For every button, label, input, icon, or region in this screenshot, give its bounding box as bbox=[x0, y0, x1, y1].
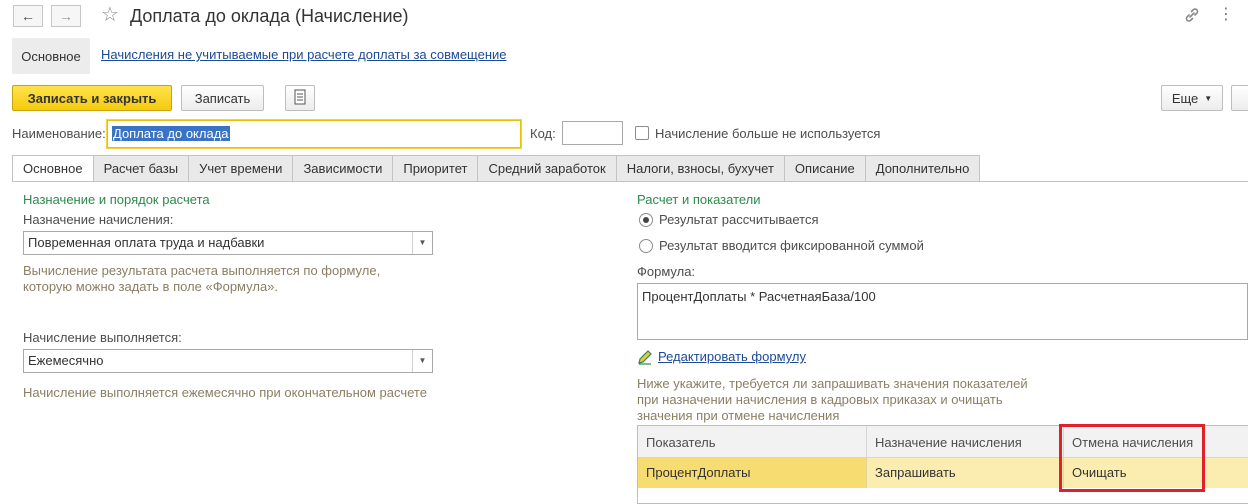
nav-main[interactable]: Основное bbox=[12, 38, 90, 74]
link-icon[interactable] bbox=[1183, 6, 1201, 29]
name-label: Наименование: bbox=[12, 126, 106, 141]
tab-dependencies[interactable]: Зависимости bbox=[293, 155, 394, 182]
period-label: Начисление выполняется: bbox=[23, 330, 182, 345]
purpose-label: Назначение начисления: bbox=[23, 212, 174, 227]
forward-button[interactable]: → bbox=[51, 5, 81, 27]
table-cell-indicator[interactable]: ПроцентДоплаты bbox=[638, 458, 867, 488]
period-hint: Начисление выполняется ежемесячно при ок… bbox=[23, 385, 427, 400]
tab-taxes[interactable]: Налоги, взносы, бухучет bbox=[616, 155, 785, 182]
indicators-hint-2: при назначении начисления в кадровых при… bbox=[637, 392, 1003, 407]
document-list-icon bbox=[294, 89, 306, 108]
pencil-icon[interactable] bbox=[637, 349, 653, 368]
chevron-down-icon[interactable]: ▼ bbox=[412, 350, 432, 372]
code-label: Код: bbox=[530, 126, 556, 141]
tab-time-tracking[interactable]: Учет времени bbox=[189, 155, 294, 182]
nav-link-excluded-accruals[interactable]: Начисления не учитываемые при расчете до… bbox=[101, 47, 507, 62]
table-cell-purpose[interactable]: Запрашивать bbox=[867, 458, 1064, 488]
save-button[interactable]: Записать bbox=[181, 85, 264, 111]
name-value: Доплата до оклада bbox=[112, 126, 230, 141]
radio-fixed[interactable] bbox=[639, 239, 653, 253]
arrow-left-icon: ← bbox=[21, 8, 35, 24]
back-button[interactable]: ← bbox=[13, 5, 43, 27]
tab-average-earnings[interactable]: Средний заработок bbox=[478, 155, 617, 182]
tab-additional[interactable]: Дополнительно bbox=[865, 155, 981, 182]
purpose-select[interactable]: Повременная оплата труда и надбавки ▼ bbox=[23, 231, 433, 255]
column-header-purpose[interactable]: Назначение начисления bbox=[867, 426, 1064, 458]
radio-calculated-label: Результат рассчитывается bbox=[659, 212, 819, 227]
indicators-hint-1: Ниже укажите, требуется ли запрашивать з… bbox=[637, 376, 1028, 391]
group-title-purpose: Назначение и порядок расчета bbox=[23, 192, 210, 207]
chevron-down-icon: ▼ bbox=[1204, 93, 1213, 103]
tab-base-calc[interactable]: Расчет базы bbox=[93, 155, 190, 182]
purpose-hint-1: Вычисление результата расчета выполняетс… bbox=[23, 263, 381, 278]
save-and-close-button[interactable]: Записать и закрыть bbox=[12, 85, 172, 111]
document-list-button[interactable] bbox=[285, 85, 315, 111]
radio-calculated[interactable] bbox=[639, 213, 653, 227]
group-title-calc: Расчет и показатели bbox=[637, 192, 761, 207]
indicators-hint-3: значения при отмене начисления bbox=[637, 408, 840, 423]
highlight-frame bbox=[1059, 424, 1205, 492]
tab-divider bbox=[12, 181, 1248, 182]
more-button[interactable]: Еще ▼ bbox=[1161, 85, 1223, 111]
purpose-hint-2: которую можно задать в поле «Формула». bbox=[23, 279, 279, 294]
arrow-right-icon: → bbox=[59, 8, 73, 24]
unused-label: Начисление больше не используется bbox=[655, 126, 881, 141]
more-label: Еще bbox=[1171, 90, 1199, 106]
formula-field[interactable]: ПроцентДоплаты * РасчетнаяБаза/100 bbox=[637, 283, 1248, 340]
code-field[interactable] bbox=[562, 121, 623, 145]
period-value: Ежемесячно bbox=[28, 353, 104, 368]
window-title: Доплата до оклада (Начисление) bbox=[130, 6, 409, 26]
column-header-indicator[interactable]: Показатель bbox=[638, 426, 867, 458]
radio-fixed-label: Результат вводится фиксированной суммой bbox=[659, 238, 924, 253]
name-field[interactable]: Доплата до оклада bbox=[107, 120, 521, 148]
period-select[interactable]: Ежемесячно ▼ bbox=[23, 349, 433, 373]
purpose-value: Повременная оплата труда и надбавки bbox=[28, 235, 265, 250]
edit-formula-link[interactable]: Редактировать формулу bbox=[658, 349, 806, 365]
help-button[interactable] bbox=[1231, 85, 1248, 111]
tab-main[interactable]: Основное bbox=[12, 155, 94, 182]
formula-label: Формула: bbox=[637, 264, 696, 279]
tab-bar: Основное Расчет базы Учет времени Зависи… bbox=[12, 155, 981, 182]
star-icon[interactable]: ☆ bbox=[101, 4, 119, 26]
unused-checkbox[interactable] bbox=[635, 126, 649, 140]
tab-description[interactable]: Описание bbox=[784, 155, 866, 182]
tab-priority[interactable]: Приоритет bbox=[393, 155, 479, 182]
more-vertical-icon[interactable]: ⋮ bbox=[1218, 6, 1234, 24]
chevron-down-icon[interactable]: ▼ bbox=[412, 232, 432, 254]
